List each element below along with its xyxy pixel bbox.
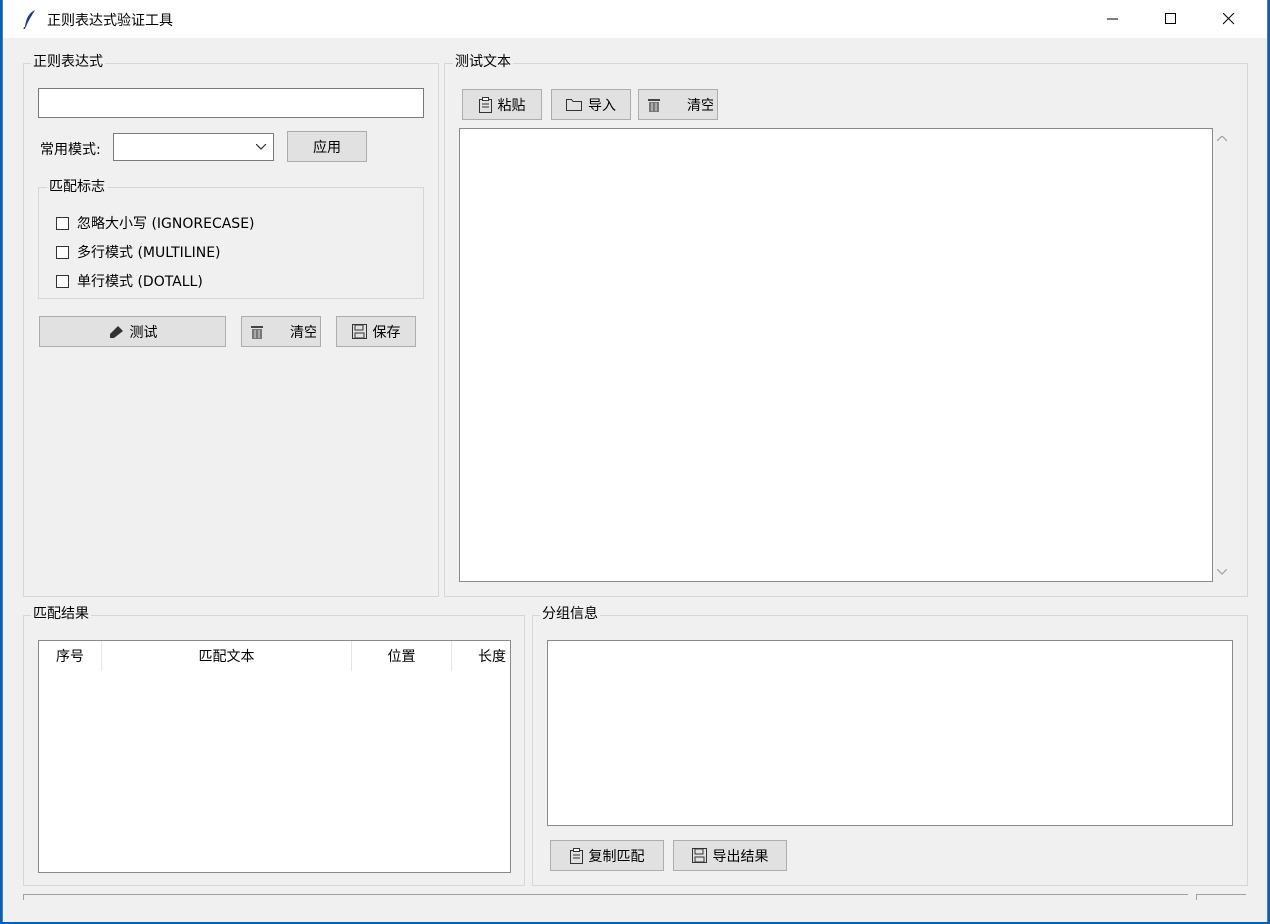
- flag-ignorecase-checkbox[interactable]: 忽略大小写 (IGNORECASE): [56, 213, 255, 233]
- chevron-up-icon[interactable]: [1217, 136, 1227, 142]
- column-header-length[interactable]: 长度: [452, 641, 510, 671]
- test-button-label: 测试: [129, 324, 158, 341]
- regex-input[interactable]: [38, 88, 424, 118]
- text-clear-button-label: 清空: [687, 97, 713, 114]
- regex-clear-button[interactable]: 清空: [241, 316, 321, 347]
- checkbox-box[interactable]: [56, 245, 69, 259]
- copy-match-button-label: 复制匹配: [588, 848, 645, 865]
- flag-ignorecase-label: 忽略大小写 (IGNORECASE): [77, 216, 255, 232]
- title-bar[interactable]: 正则表达式验证工具: [3, 0, 1267, 38]
- test-text-scrollbar[interactable]: [1213, 128, 1231, 582]
- regex-group-legend: 正则表达式: [31, 54, 105, 70]
- chevron-down-icon: [256, 144, 267, 150]
- flags-group-legend: 匹配标志: [47, 179, 107, 195]
- common-patterns-label: 常用模式:: [40, 142, 101, 158]
- paste-button[interactable]: 粘贴: [462, 89, 542, 120]
- import-button[interactable]: 导入: [551, 89, 631, 120]
- text-clear-button[interactable]: 清空: [638, 89, 718, 120]
- minimize-icon: [1107, 18, 1118, 20]
- clipboard-icon: [478, 96, 492, 113]
- status-bar-right: [1196, 894, 1246, 900]
- trash-icon: [648, 98, 660, 112]
- apply-button-label: 应用: [313, 139, 341, 156]
- trash-icon: [251, 325, 263, 339]
- feather-icon: [23, 10, 35, 29]
- apply-button[interactable]: 应用: [287, 131, 367, 162]
- checkbox-box[interactable]: [56, 274, 69, 288]
- save-button[interactable]: 保存: [336, 316, 416, 347]
- maximize-icon: [1165, 13, 1176, 24]
- test-text-group-legend: 测试文本: [453, 54, 513, 70]
- window-title: 正则表达式验证工具: [47, 13, 173, 29]
- floppy-disk-icon: [351, 324, 367, 339]
- groups-group-legend: 分组信息: [540, 606, 600, 622]
- test-button[interactable]: 测试: [39, 316, 226, 347]
- common-patterns-select[interactable]: [113, 133, 274, 161]
- groups-text-area[interactable]: [547, 640, 1233, 826]
- test-tube-icon: [109, 325, 123, 338]
- column-header-match-text[interactable]: 匹配文本: [102, 641, 352, 671]
- flag-dotall-checkbox[interactable]: 单行模式 (DOTALL): [56, 271, 203, 291]
- flag-multiline-checkbox[interactable]: 多行模式 (MULTILINE): [56, 242, 221, 262]
- status-bar: [23, 894, 1188, 900]
- close-button[interactable]: [1201, 0, 1259, 38]
- floppy-disk-icon: [691, 848, 707, 863]
- regex-clear-button-label: 清空: [290, 324, 316, 341]
- column-header-position[interactable]: 位置: [352, 641, 452, 671]
- results-group-legend: 匹配结果: [31, 606, 91, 622]
- checkbox-box[interactable]: [56, 216, 69, 230]
- export-results-button-label: 导出结果: [712, 848, 769, 865]
- clipboard-icon: [569, 847, 583, 864]
- copy-match-button[interactable]: 复制匹配: [550, 840, 664, 871]
- results-table[interactable]: 序号 匹配文本 位置 长度: [38, 640, 511, 873]
- minimize-button[interactable]: [1085, 0, 1143, 38]
- column-header-index[interactable]: 序号: [39, 641, 102, 671]
- import-button-label: 导入: [588, 97, 616, 114]
- save-button-label: 保存: [372, 324, 401, 341]
- chevron-down-icon[interactable]: [1217, 569, 1227, 575]
- test-text-area[interactable]: [459, 128, 1213, 582]
- folder-icon: [566, 99, 582, 111]
- maximize-button[interactable]: [1143, 0, 1201, 38]
- app-window: 正则表达式验证工具 正则表达式 常用模式: 应用 匹配标志 忽略大小写 (IGN…: [2, 0, 1268, 922]
- close-icon: [1223, 13, 1235, 25]
- flag-dotall-label: 单行模式 (DOTALL): [77, 274, 203, 290]
- flag-multiline-label: 多行模式 (MULTILINE): [77, 245, 221, 261]
- paste-button-label: 粘贴: [497, 97, 526, 114]
- export-results-button[interactable]: 导出结果: [673, 840, 787, 871]
